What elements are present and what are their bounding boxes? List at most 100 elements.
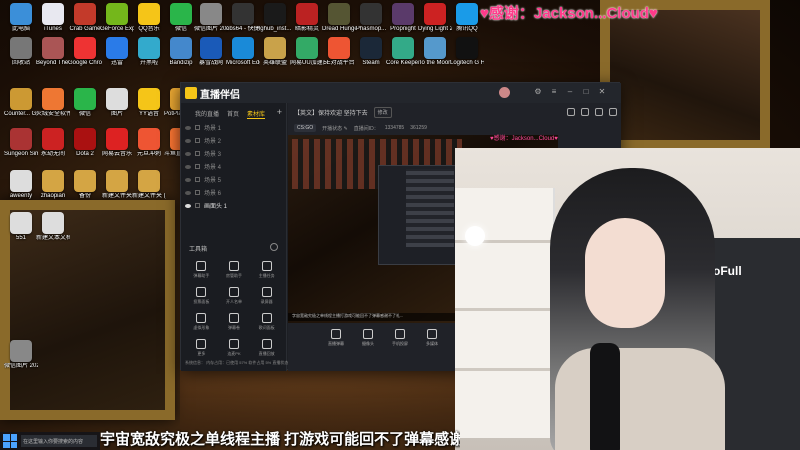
desktop-icon[interactable]: Dying Light 2 xyxy=(418,3,452,33)
tools-settings-icon[interactable] xyxy=(270,243,278,251)
desktop-icon[interactable]: 新建文件夹 (2) xyxy=(132,170,166,200)
gift-icon[interactable] xyxy=(609,108,617,116)
desktop-icon[interactable]: 新建文件夹 xyxy=(100,170,134,200)
lock-icon[interactable] xyxy=(195,203,200,208)
menu-icon[interactable]: ≡ xyxy=(549,87,559,97)
lock-icon[interactable] xyxy=(195,164,200,169)
scene-item[interactable]: 场景 5 xyxy=(185,173,283,186)
lock-icon[interactable] xyxy=(195,151,200,156)
desktop-icon[interactable]: GeForce Experience xyxy=(100,3,134,33)
desktop-icon[interactable]: Steam xyxy=(354,37,388,67)
desktop-icon[interactable]: Ighub_inst... xyxy=(258,3,292,33)
scene-item[interactable]: 画面头 1 xyxy=(185,199,283,212)
lock-icon[interactable] xyxy=(195,138,200,143)
desktop-icon[interactable]: QQ音乐 xyxy=(132,3,166,33)
desktop-icon[interactable]: To the Moon xyxy=(418,37,452,67)
scene-item[interactable]: 场景 1 xyxy=(185,121,283,134)
visibility-icon[interactable] xyxy=(185,151,191,156)
desktop-icon[interactable]: obs64 - 快捷方式 xyxy=(226,3,260,33)
settings-icon[interactable]: ⚙ xyxy=(533,87,543,97)
desktop-icon[interactable]: Google Chrome xyxy=(68,37,102,67)
desktop-icon[interactable]: 回收站 xyxy=(4,37,38,67)
desktop-icon[interactable]: Dread Hunger xyxy=(322,3,356,33)
desktop-icon[interactable]: 微信图片 202201... xyxy=(4,340,38,370)
sidebar-tab[interactable]: 首页 xyxy=(227,109,239,119)
desktop-icon[interactable]: Dota 2 xyxy=(68,128,102,158)
scene-item[interactable]: 场景 2 xyxy=(185,134,283,147)
desktop-icon[interactable]: 备份 xyxy=(68,170,102,200)
desktop-icon[interactable]: 微信 xyxy=(164,3,198,33)
desktop-icon[interactable]: Bandizip xyxy=(164,37,198,67)
maximize-icon[interactable]: □ xyxy=(581,87,591,97)
desktop-icon[interactable]: 5E对战平台 xyxy=(322,37,356,67)
desktop-icon[interactable]: 微信 xyxy=(68,88,102,118)
scene-item[interactable]: 场景 3 xyxy=(185,147,283,160)
desktop-icon[interactable]: 迅雷 xyxy=(100,37,134,67)
desktop-icon[interactable]: 永劫无间 xyxy=(36,128,70,158)
desktop-icon[interactable]: 新建文本文档 (3) xyxy=(36,212,70,242)
visibility-icon[interactable] xyxy=(185,138,191,143)
windows-start-icon[interactable] xyxy=(3,434,17,448)
desktop-icon[interactable]: Crab Game xyxy=(68,3,102,33)
add-scene-icon[interactable]: + xyxy=(277,107,282,117)
tool-button[interactable]: 连麦PK xyxy=(218,339,251,357)
scene-item[interactable]: 场景 6 xyxy=(185,186,283,199)
desktop-icon[interactable]: Microsoft Edge xyxy=(226,37,260,67)
desktop-icon[interactable]: 图片 xyxy=(100,88,134,118)
tool-button[interactable]: 歌词面板 xyxy=(250,313,283,331)
desktop-icon[interactable]: 暴雪战网 xyxy=(194,37,228,67)
desktop-icon[interactable]: Core Keeper 检... xyxy=(386,37,420,67)
desktop-icon[interactable]: aweenty xyxy=(4,170,38,200)
taskbar-search-input[interactable]: 在这里输入你要搜索的内容 xyxy=(21,435,97,447)
tool-button[interactable]: 录屏器 xyxy=(250,287,283,305)
visibility-icon[interactable] xyxy=(185,190,191,195)
visibility-icon[interactable] xyxy=(185,203,191,208)
desktop-icon[interactable]: 元旦冲刺 xyxy=(132,128,166,158)
desktop-icon[interactable]: 英雄联盟 xyxy=(258,37,292,67)
layout-icon[interactable] xyxy=(595,108,603,116)
tool-button[interactable]: 开人名单 xyxy=(218,287,251,305)
close-icon[interactable]: ✕ xyxy=(597,87,607,97)
lock-icon[interactable] xyxy=(567,108,575,116)
desktop-icon[interactable]: 火绒安全软件 xyxy=(36,88,70,118)
visibility-icon[interactable] xyxy=(185,177,191,182)
stream-action-button[interactable]: 直播弹幕 xyxy=(328,329,344,347)
desktop-icon[interactable]: Logitech G HUB xyxy=(450,37,484,67)
lock-icon[interactable] xyxy=(195,125,200,130)
tool-button[interactable]: 房管助手 xyxy=(218,261,251,279)
user-avatar[interactable] xyxy=(499,87,510,98)
tool-button[interactable]: 直播回放 xyxy=(250,339,283,357)
desktop-icon[interactable]: 551 xyxy=(4,212,38,242)
stream-action-button[interactable]: 多媒体 xyxy=(426,329,438,347)
desktop-icon[interactable]: Beyond The Wire Sour... xyxy=(36,37,70,67)
desktop-icon[interactable]: zhaopian xyxy=(36,170,70,200)
sidebar-tab[interactable]: 素材库 xyxy=(247,109,266,119)
visibility-icon[interactable] xyxy=(185,164,191,169)
share-icon[interactable] xyxy=(581,108,589,116)
desktop-icon[interactable]: Phasmop... xyxy=(354,3,388,33)
desktop-icon[interactable]: YY语音 xyxy=(132,88,166,118)
tool-button[interactable]: 投票面板 xyxy=(185,287,218,305)
lock-icon[interactable] xyxy=(195,190,200,195)
tool-button[interactable]: 弹幕助手 xyxy=(185,261,218,279)
visibility-icon[interactable] xyxy=(185,125,191,130)
edit-title-button[interactable]: 修改 xyxy=(373,106,392,118)
tool-button[interactable]: 弹幕卷 xyxy=(218,313,251,331)
desktop-icon[interactable]: 网易UU加速器 xyxy=(290,37,324,67)
desktop-icon[interactable]: iTunes xyxy=(36,3,70,33)
tool-button[interactable]: 虚拟形象 xyxy=(185,313,218,331)
desktop-icon[interactable]: 微信图片 2021111... xyxy=(194,3,228,33)
desktop-icon[interactable]: Sungeon Simulator 2 xyxy=(4,128,38,158)
desktop-icon[interactable]: Propnight xyxy=(386,3,420,33)
stream-action-button[interactable]: 摄像头 xyxy=(362,329,374,347)
desktop-icon[interactable]: 暗影精灵 xyxy=(290,3,324,33)
stream-action-button[interactable]: 手机投屏 xyxy=(392,329,408,347)
sidebar-tab[interactable]: 我的直播 xyxy=(195,109,219,119)
desktop-icon[interactable]: 此电脑 xyxy=(4,3,38,33)
tool-button[interactable]: 主播任务 xyxy=(250,261,283,279)
scene-item[interactable]: 场景 4 xyxy=(185,160,283,173)
game-category[interactable]: CS:GO xyxy=(294,124,317,132)
desktop-icon[interactable]: Counter... Global Off... xyxy=(4,88,38,118)
desktop-icon[interactable]: 网易云音乐 xyxy=(100,128,134,158)
minimize-icon[interactable]: – xyxy=(565,87,575,97)
